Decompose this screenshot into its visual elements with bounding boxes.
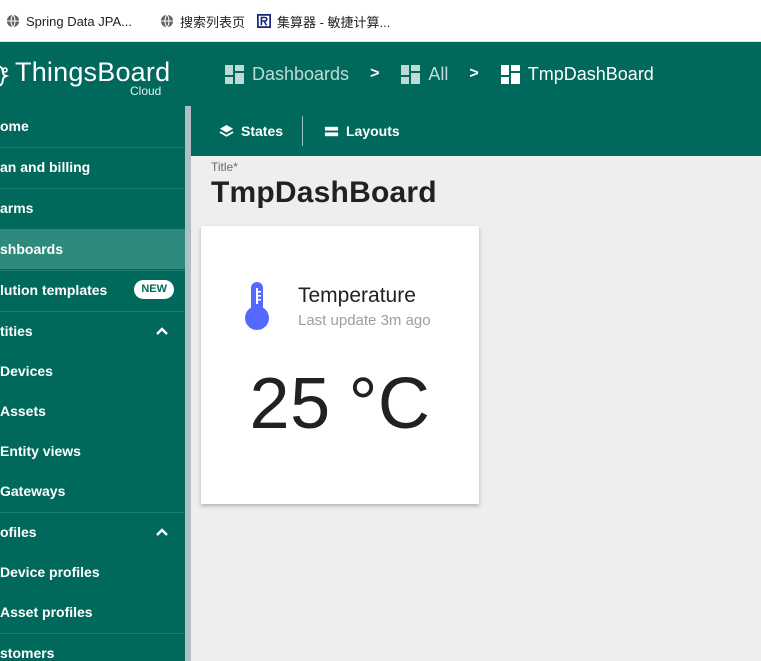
chevron-up-icon[interactable] (155, 324, 169, 338)
new-badge: NEW (134, 280, 174, 299)
layouts-icon (324, 126, 339, 136)
sidebar-item-home[interactable]: ome (0, 106, 185, 146)
sidebar-item-assets[interactable]: Assets (0, 391, 185, 431)
bookmark-spring-data[interactable]: Spring Data JPA... (6, 0, 132, 42)
sidebar-item-label: tities (0, 323, 33, 339)
sidebar-item-label: ofiles (0, 524, 37, 540)
temperature-widget[interactable]: Temperature Last update 3m ago 25 °C (201, 226, 479, 504)
sidebar-item-plan-billing[interactable]: an and billing (0, 147, 185, 187)
logo-subtitle: Cloud (130, 84, 162, 98)
widget-value: 25 °C (201, 363, 479, 445)
dashboard-icon (500, 64, 520, 84)
sidebar-item-entities[interactable]: tities (0, 311, 185, 351)
sidebar-item-entity-views[interactable]: Entity views (0, 431, 185, 471)
app-header: ThingsBoard Cloud Dashboards > All > Tmp… (0, 42, 761, 106)
title-field[interactable]: TmpDashBoard (211, 176, 437, 210)
temperature-value: 25 (249, 364, 331, 444)
sidebar-item-asset-profiles[interactable]: Asset profiles (0, 592, 185, 632)
sidebar-item-label: Entity views (0, 443, 81, 459)
title-field-label: Title* (211, 160, 238, 174)
breadcrumb-label: Dashboards (252, 63, 350, 84)
toolbar-divider (302, 116, 303, 146)
breadcrumb-current-dashboard: TmpDashBoard (500, 63, 654, 85)
layouts-button[interactable]: Layouts (324, 106, 400, 156)
r-logo-icon (257, 14, 271, 28)
bookmarks-bar: Spring Data JPA... 搜索列表页 集算器 - 敏捷计算... (0, 0, 761, 42)
sidebar-item-label: lution templates (0, 282, 108, 298)
thingsboard-logo-icon (0, 65, 10, 87)
dashboard-icon (401, 64, 421, 84)
sidebar-item-label: Asset profiles (0, 604, 93, 620)
sidebar-item-label: Device profiles (0, 564, 100, 580)
bookmark-esproc[interactable]: 集算器 - 敏捷计算... (257, 0, 390, 42)
temperature-unit: °C (348, 364, 431, 444)
thermometer-icon (245, 282, 269, 330)
bookmark-label: Spring Data JPA... (26, 13, 132, 29)
sidebar-item-label: shboards (0, 241, 64, 257)
globe-icon (160, 14, 174, 28)
layers-icon (219, 124, 234, 137)
bookmark-label: 集算器 - 敏捷计算... (277, 14, 391, 30)
globe-icon (6, 14, 20, 28)
sidebar-item-label: Gateways (0, 483, 66, 499)
thingsboard-logo[interactable]: ThingsBoard Cloud (0, 42, 185, 106)
sidebar-item-solution-templates[interactable]: lution templates NEW (0, 270, 185, 310)
sidebar-item-device-profiles[interactable]: Device profiles (0, 552, 185, 592)
layouts-button-label: Layouts (346, 123, 400, 139)
widget-title: Temperature (298, 284, 416, 307)
breadcrumb-separator: > (469, 65, 479, 82)
sidebar-item-dashboards[interactable]: shboards (0, 229, 185, 269)
sidebar-item-label: stomers (0, 645, 55, 661)
sidebar: ome an and billing arms shboards lution … (0, 106, 185, 661)
breadcrumb-separator: > (370, 65, 380, 82)
states-button-label: States (241, 123, 284, 139)
bookmark-label: 搜索列表页 (180, 14, 246, 30)
dashboard-content: Title* TmpDashBoard Temperature Last upd… (191, 156, 761, 661)
breadcrumb-all[interactable]: All (401, 64, 448, 85)
sidebar-item-customers[interactable]: stomers (0, 633, 185, 661)
sidebar-item-label: arms (0, 200, 34, 216)
states-button[interactable]: States (219, 106, 283, 156)
sidebar-item-alarms[interactable]: arms (0, 188, 185, 228)
sidebar-item-label: Devices (0, 363, 53, 379)
dashboard-icon (225, 64, 244, 84)
sidebar-item-gateways[interactable]: Gateways (0, 471, 185, 511)
breadcrumb-label: TmpDashBoard (527, 63, 654, 84)
sidebar-item-label: an and billing (0, 159, 91, 175)
breadcrumb: Dashboards > All > TmpDashBoard (225, 42, 654, 106)
bookmark-search-list[interactable]: 搜索列表页 (160, 0, 245, 42)
breadcrumb-dashboards[interactable]: Dashboards (225, 64, 349, 85)
chevron-up-icon[interactable] (155, 525, 169, 539)
sidebar-item-label: Assets (0, 403, 46, 419)
sidebar-item-profiles[interactable]: ofiles (0, 512, 185, 552)
widget-last-update: Last update 3m ago (298, 312, 431, 329)
dashboard-toolbar: States Layouts (191, 106, 761, 156)
sidebar-item-label: ome (0, 118, 29, 134)
breadcrumb-label: All (428, 63, 449, 84)
sidebar-item-devices[interactable]: Devices (0, 351, 185, 391)
